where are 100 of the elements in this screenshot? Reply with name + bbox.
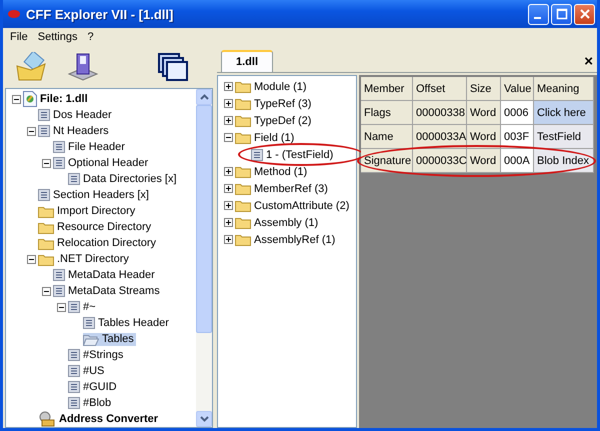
expand-icon[interactable] [222, 165, 235, 178]
collapse-icon[interactable] [55, 300, 68, 314]
document-icon [68, 301, 80, 313]
document-icon [68, 349, 80, 361]
windows-icon[interactable] [157, 52, 189, 82]
tree-item[interactable]: .NET Directory [38, 252, 131, 266]
tree-item[interactable]: Resource Directory [38, 220, 154, 234]
tree-item[interactable]: Field (1) [235, 131, 296, 144]
column-header[interactable]: Size [467, 77, 501, 101]
document-icon [83, 317, 95, 329]
file-icon [23, 91, 37, 107]
folder-icon [235, 233, 251, 246]
menu-item[interactable]: ? [84, 31, 97, 43]
app-icon [7, 9, 21, 19]
column-header[interactable]: Offset [413, 77, 467, 101]
table-cell: Word [467, 101, 501, 125]
document-icon [53, 157, 65, 169]
collapse-icon[interactable] [222, 131, 235, 144]
collapse-icon[interactable] [40, 284, 53, 298]
minimize-button[interactable] [528, 4, 549, 24]
collapse-icon[interactable] [10, 92, 23, 106]
table-cell: TestField [534, 125, 594, 149]
folder-icon [38, 204, 54, 218]
table-cell: Signature [361, 149, 413, 173]
menu-item[interactable]: Settings [34, 31, 80, 43]
close-button[interactable] [574, 4, 595, 24]
column-header[interactable]: Member [361, 77, 413, 101]
tree-item[interactable]: AssemblyRef (1) [235, 233, 338, 246]
disk-icon[interactable] [67, 52, 99, 82]
folder-icon [235, 114, 251, 127]
tree-item[interactable]: Tables Header [83, 317, 171, 329]
envelope-icon[interactable] [15, 52, 47, 82]
tree-item[interactable]: Section Headers [x] [38, 189, 151, 201]
table-cell: Flags [361, 101, 413, 125]
tree-item[interactable]: TypeRef (3) [235, 97, 314, 110]
scrollbar[interactable] [196, 89, 212, 427]
expand-icon[interactable] [222, 80, 235, 93]
tree-item[interactable]: File Header [53, 141, 127, 153]
collapse-icon[interactable] [25, 124, 38, 138]
tree-item[interactable]: Dos Header [38, 109, 114, 121]
tab[interactable]: 1.dll [221, 50, 274, 72]
tree-item[interactable]: #GUID [68, 381, 119, 393]
tree-item[interactable]: Method (1) [235, 165, 310, 178]
table-cell: Click here [534, 101, 594, 125]
maximize-button[interactable] [551, 4, 572, 24]
folder-icon [38, 236, 54, 250]
document-icon [53, 141, 65, 153]
tree-item[interactable]: Relocation Directory [38, 236, 158, 250]
collapse-icon[interactable] [40, 156, 53, 170]
tree-item[interactable]: Module (1) [235, 80, 309, 93]
tree-item[interactable]: TypeDef (2) [235, 114, 314, 127]
window-title: CFF Explorer VII - [1.dll] [26, 6, 174, 22]
tree-item[interactable]: MetaData Header [53, 269, 157, 281]
converter-icon [38, 411, 56, 427]
table-cell: 00000338 [413, 101, 467, 125]
folder-icon [235, 131, 251, 144]
maximize-icon [556, 8, 568, 20]
expand-icon[interactable] [222, 199, 235, 212]
expand-icon[interactable] [222, 216, 235, 229]
folder-icon [235, 97, 251, 110]
column-header[interactable]: Value [501, 77, 534, 101]
scroll-down-icon[interactable] [196, 411, 212, 427]
tree-item[interactable]: 1 - (TestField) [251, 148, 336, 160]
document-icon [53, 269, 65, 281]
folder-icon [235, 182, 251, 195]
expand-icon[interactable] [222, 97, 235, 110]
document-icon [53, 285, 65, 297]
column-header[interactable]: Meaning [534, 77, 594, 101]
tree-item[interactable]: CustomAttribute (2) [235, 199, 352, 212]
minimize-icon [534, 17, 540, 19]
tree-item[interactable]: Nt Headers [38, 125, 111, 137]
tree-item[interactable]: Data Directories [x] [68, 173, 179, 185]
scroll-up-icon[interactable] [196, 89, 212, 105]
expand-icon[interactable] [222, 114, 235, 127]
tree-item[interactable]: Assembly (1) [235, 216, 320, 229]
tree-item[interactable]: Optional Header [53, 157, 150, 169]
tree-item[interactable]: #US [68, 365, 106, 377]
tree-item[interactable]: #Blob [68, 397, 114, 409]
scroll-thumb[interactable] [196, 105, 212, 333]
collapse-icon[interactable] [25, 252, 38, 266]
tree-item[interactable]: Address Converter [38, 411, 160, 427]
close-icon [578, 8, 590, 20]
table-cell: 000A [501, 149, 534, 173]
close-tab-button[interactable]: × [580, 52, 597, 70]
tree-item[interactable]: MetaData Streams [53, 285, 162, 297]
tree-item[interactable]: File: 1.dll [23, 91, 90, 107]
folder-icon [235, 199, 251, 212]
table-cell: Name [361, 125, 413, 149]
table-cell: 0000033A [413, 125, 467, 149]
document-icon [68, 397, 80, 409]
tree-item[interactable]: MemberRef (3) [235, 182, 330, 195]
table-cell: 003F [501, 125, 534, 149]
folder-icon [38, 220, 54, 234]
tree-item[interactable]: #Strings [68, 349, 126, 361]
tree-item[interactable]: Import Directory [38, 204, 138, 218]
tree-item[interactable]: #~ [68, 301, 98, 313]
menu-item[interactable]: File [7, 31, 31, 43]
expand-icon[interactable] [222, 233, 235, 246]
expand-icon[interactable] [222, 182, 235, 195]
tree-item[interactable]: Tables [83, 332, 136, 346]
